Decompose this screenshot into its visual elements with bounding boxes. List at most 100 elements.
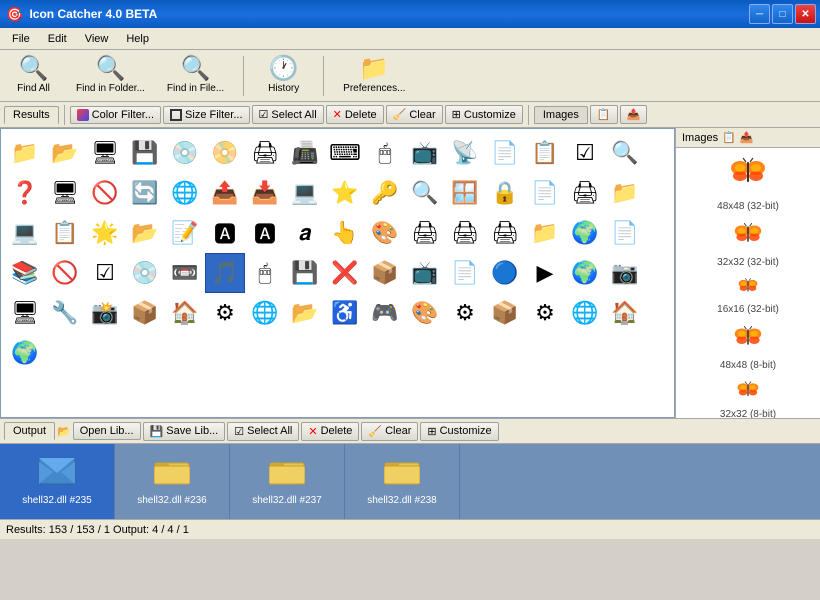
- icon-cell[interactable]: 💿: [165, 133, 205, 173]
- icon-cell[interactable]: 🔵: [485, 253, 525, 293]
- icon-cell[interactable]: 💾: [285, 253, 325, 293]
- icon-cell[interactable]: 📺: [405, 253, 445, 293]
- icon-cell[interactable]: 🏠: [165, 293, 205, 333]
- icon-cell[interactable]: ⚙: [205, 293, 245, 333]
- icon-cell[interactable]: 🚫: [45, 253, 85, 293]
- icon-cell[interactable]: 🖨: [245, 133, 285, 173]
- icon-cell[interactable]: 🅰: [245, 213, 285, 253]
- open-lib-button[interactable]: Open Lib...: [73, 422, 141, 440]
- icon-cell[interactable]: ❓: [5, 173, 45, 213]
- icon-cell[interactable]: 📂: [285, 293, 325, 333]
- icon-cell[interactable]: 🖥: [5, 293, 45, 333]
- icon-cell[interactable]: 📝: [165, 213, 205, 253]
- results-tab[interactable]: Results: [4, 106, 59, 124]
- icon-cell[interactable]: 🖨: [405, 213, 445, 253]
- icon-cell[interactable]: 📺: [405, 133, 445, 173]
- icon-cell[interactable]: 💿: [125, 253, 165, 293]
- icon-cell[interactable]: 🔒: [485, 173, 525, 213]
- icon-cell[interactable]: 📀: [205, 133, 245, 173]
- icon-cell[interactable]: 🎨: [405, 293, 445, 333]
- output-customize-button[interactable]: ⊞ Customize: [420, 422, 498, 441]
- results-clear-button[interactable]: 🧹 Clear: [386, 105, 443, 124]
- icon-cell[interactable]: 📂: [45, 133, 85, 173]
- icon-cell[interactable]: 📁: [605, 173, 645, 213]
- preferences-button[interactable]: 📁 Preferences...: [336, 54, 412, 97]
- icon-cell[interactable]: 🌍: [565, 253, 605, 293]
- icon-cell[interactable]: 🏠: [605, 293, 645, 333]
- icon-cell[interactable]: 🌐: [245, 293, 285, 333]
- icon-cell[interactable]: 📷: [605, 253, 645, 293]
- icon-cell[interactable]: 🎮: [365, 293, 405, 333]
- menu-edit[interactable]: Edit: [40, 31, 75, 47]
- images-export-button[interactable]: 📤: [620, 105, 648, 124]
- minimize-button[interactable]: ─: [749, 4, 770, 24]
- icon-cell[interactable]: ♿: [325, 293, 365, 333]
- icon-cell[interactable]: 𝒂: [285, 213, 325, 253]
- thumb-item[interactable]: shell32.dll #238: [345, 444, 460, 519]
- icon-cell[interactable]: 🖥: [85, 133, 125, 173]
- save-lib-button[interactable]: 💾 Save Lib...: [143, 422, 226, 441]
- icon-cell[interactable]: 🔑: [365, 173, 405, 213]
- history-button[interactable]: 🕐 History: [256, 54, 311, 97]
- results-customize-button[interactable]: ⊞ Customize: [445, 105, 523, 124]
- images-copy-button[interactable]: 📋: [590, 105, 618, 124]
- size-filter-button[interactable]: Size Filter...: [163, 106, 249, 124]
- icon-cell[interactable]: 📼: [165, 253, 205, 293]
- icon-cell[interactable]: 🌐: [565, 293, 605, 333]
- color-filter-button[interactable]: Color Filter...: [70, 106, 161, 124]
- icon-cell[interactable]: ☑: [565, 133, 605, 173]
- icon-cell[interactable]: 📋: [45, 213, 85, 253]
- icon-cell[interactable]: 📤: [205, 173, 245, 213]
- icon-cell[interactable]: ☑: [85, 253, 125, 293]
- icon-cell[interactable]: 🔍: [405, 173, 445, 213]
- icon-cell[interactable]: 📋: [525, 133, 565, 173]
- icon-cell[interactable]: 🖨: [445, 213, 485, 253]
- find-folder-button[interactable]: 🔍 Find in Folder...: [69, 54, 152, 97]
- results-delete-button[interactable]: ✕ Delete: [326, 105, 384, 124]
- icon-cell[interactable]: 🚫: [85, 173, 125, 213]
- icon-cell[interactable]: ⚙: [445, 293, 485, 333]
- icon-cell[interactable]: 📄: [525, 173, 565, 213]
- find-file-button[interactable]: 🔍 Find in File...: [160, 54, 231, 97]
- output-select-all-button[interactable]: ☑ Select All: [227, 422, 299, 441]
- results-select-all-button[interactable]: ☑ Select All: [252, 105, 324, 124]
- close-button[interactable]: ✕: [795, 4, 816, 24]
- icon-cell[interactable]: 📚: [5, 253, 45, 293]
- maximize-button[interactable]: □: [772, 4, 793, 24]
- icon-cell[interactable]: 🔧: [45, 293, 85, 333]
- icon-cell[interactable]: ▶: [525, 253, 565, 293]
- icon-cell[interactable]: ⌨: [325, 133, 365, 173]
- menu-view[interactable]: View: [77, 31, 117, 47]
- icon-cell[interactable]: 📄: [445, 253, 485, 293]
- icon-cell[interactable]: 🖨: [485, 213, 525, 253]
- icon-cell[interactable]: 🖥: [45, 173, 85, 213]
- icon-cell[interactable]: 🔄: [125, 173, 165, 213]
- icon-cell[interactable]: 🌍: [565, 213, 605, 253]
- menu-file[interactable]: File: [4, 31, 38, 47]
- menu-help[interactable]: Help: [118, 31, 157, 47]
- thumb-item[interactable]: shell32.dll #235: [0, 444, 115, 519]
- icon-cell[interactable]: 📥: [245, 173, 285, 213]
- icon-cell[interactable]: 📦: [125, 293, 165, 333]
- icon-cell[interactable]: ⚙: [525, 293, 565, 333]
- icon-cell[interactable]: 📄: [485, 133, 525, 173]
- icon-cell[interactable]: ❌: [325, 253, 365, 293]
- icon-cell[interactable]: 📁: [525, 213, 565, 253]
- icon-cell[interactable]: 🖨: [565, 173, 605, 213]
- icon-cell[interactable]: 📦: [485, 293, 525, 333]
- icon-cell[interactable]: 📁: [5, 133, 45, 173]
- icon-cell[interactable]: ⭐: [325, 173, 365, 213]
- icon-cell[interactable]: 📠: [285, 133, 325, 173]
- icon-cell[interactable]: 🔍: [605, 133, 645, 173]
- icon-cell[interactable]: 📦: [365, 253, 405, 293]
- output-tab[interactable]: Output: [4, 422, 55, 440]
- icon-cell[interactable]: 📡: [445, 133, 485, 173]
- icon-cell[interactable]: 🎨: [365, 213, 405, 253]
- icon-cell[interactable]: 👆: [325, 213, 365, 253]
- icon-cell[interactable]: 📸: [85, 293, 125, 333]
- icon-cell[interactable]: 📄: [605, 213, 645, 253]
- thumb-item[interactable]: shell32.dll #237: [230, 444, 345, 519]
- icon-cell[interactable]: 📂: [125, 213, 165, 253]
- icon-cell[interactable]: 🌍: [5, 333, 45, 373]
- output-clear-button[interactable]: 🧹 Clear: [361, 422, 418, 441]
